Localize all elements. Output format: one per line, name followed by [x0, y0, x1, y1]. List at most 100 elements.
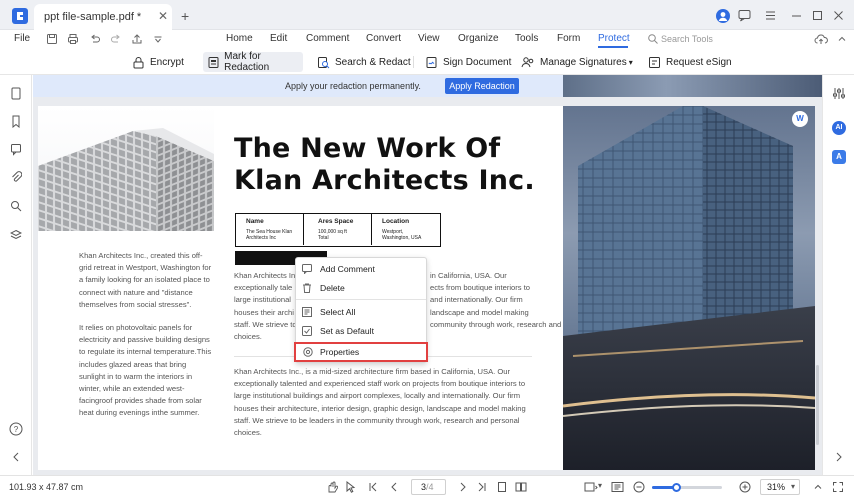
table-header: Name: [246, 218, 264, 225]
undo-icon[interactable]: [89, 33, 101, 45]
print-icon[interactable]: [67, 33, 79, 45]
new-tab-icon[interactable]: +: [181, 8, 189, 24]
maximize-icon[interactable]: [811, 9, 824, 22]
redaction-notice-text: Apply your redaction permanently.: [285, 81, 421, 91]
sign-document-button[interactable]: Sign Document: [425, 52, 511, 72]
users-icon: [521, 56, 534, 67]
zoom-level-select[interactable]: 31% ▾: [760, 479, 800, 495]
menu-form[interactable]: Form: [557, 33, 580, 44]
properties-icon: [303, 347, 313, 357]
ctx-add-comment[interactable]: Add Comment: [296, 260, 426, 278]
comment-icon[interactable]: [10, 143, 22, 156]
ctx-set-as-default[interactable]: Set as Default: [296, 322, 426, 340]
menu-file[interactable]: File: [14, 33, 30, 44]
text-line: Khan Architects Inc: [234, 271, 298, 280]
table-divider: [303, 214, 304, 245]
ctx-delete[interactable]: Delete: [296, 279, 426, 297]
menu-protect[interactable]: Protect: [598, 33, 630, 44]
menu-tools[interactable]: Tools: [515, 33, 538, 44]
fit-page-icon[interactable]: [611, 481, 625, 493]
bookmark-icon[interactable]: [10, 115, 22, 128]
two-page-view-icon[interactable]: [515, 481, 527, 493]
collapse-right-icon[interactable]: [834, 451, 844, 463]
previous-page-icon[interactable]: [388, 481, 400, 493]
single-page-view-icon[interactable]: [496, 481, 508, 493]
properties-sliders-icon[interactable]: [832, 87, 846, 100]
text-line: to regulate its internal temperature.Thi…: [79, 347, 212, 357]
fit-dropdown-icon[interactable]: ▾: [598, 481, 602, 490]
search-tools-field[interactable]: Search Tools: [661, 34, 713, 44]
page-top-photo-strip: [563, 75, 822, 97]
menu-convert[interactable]: Convert: [366, 33, 401, 44]
pages-icon[interactable]: [10, 87, 22, 100]
menu-organize[interactable]: Organize: [458, 33, 499, 44]
menu-icon[interactable]: [764, 9, 777, 22]
manage-signatures-label: Manage Signatures: [540, 56, 627, 68]
app-logo-icon[interactable]: [12, 8, 28, 24]
zoom-out-icon[interactable]: [633, 481, 645, 493]
translate-icon[interactable]: A: [832, 150, 846, 164]
first-page-icon[interactable]: [367, 481, 379, 493]
menu-view[interactable]: View: [418, 33, 440, 44]
zoom-level-value: 31%: [767, 482, 786, 492]
page-dimensions: 101.93 x 47.87 cm: [9, 482, 84, 492]
ai-assistant-icon[interactable]: AI: [832, 121, 846, 135]
ctx-select-all[interactable]: Select All: [296, 303, 426, 321]
search-panel-icon[interactable]: [10, 200, 22, 213]
collapse-ribbon-icon[interactable]: [836, 33, 848, 45]
hand-tool-icon[interactable]: [326, 481, 338, 493]
attachment-icon[interactable]: [10, 171, 22, 184]
heading-line-1: The New Work Of: [234, 133, 501, 164]
ctx-properties[interactable]: Properties: [294, 342, 428, 362]
document-tab-title: ppt file-sample.pdf *: [44, 11, 142, 23]
redo-icon[interactable]: [110, 33, 122, 45]
feedback-icon[interactable]: [738, 9, 751, 22]
request-esign-button[interactable]: Request eSign: [648, 52, 732, 72]
ctx-properties-label: Properties: [320, 347, 360, 357]
next-page-icon[interactable]: [457, 481, 469, 493]
left-sidebar: ?: [0, 75, 32, 475]
apply-redaction-button[interactable]: Apply Redaction: [445, 78, 519, 94]
text-line: and internationally. Our firm: [430, 295, 523, 305]
collapse-left-icon[interactable]: [11, 451, 21, 463]
select-all-icon: [302, 307, 312, 317]
account-avatar-icon[interactable]: [716, 9, 730, 23]
encrypt-button[interactable]: Encrypt: [132, 52, 184, 72]
minimize-icon[interactable]: [790, 9, 803, 22]
close-window-icon[interactable]: [832, 9, 845, 22]
search-redact-button[interactable]: Search & Redact: [317, 52, 411, 72]
ctx-add-comment-label: Add Comment: [320, 264, 375, 274]
layers-icon[interactable]: [10, 229, 22, 242]
toolbar-divider: [413, 56, 414, 68]
close-tab-icon[interactable]: ✕: [158, 9, 168, 23]
page-number-input[interactable]: 3/4: [411, 479, 446, 495]
zoom-slider-handle[interactable]: [672, 482, 681, 492]
document-tab[interactable]: ppt file-sample.pdf * ✕: [34, 4, 172, 30]
fullscreen-icon[interactable]: [832, 481, 844, 493]
menu-home[interactable]: Home: [226, 33, 253, 44]
last-page-icon[interactable]: [476, 481, 488, 493]
fullscreen-up-icon[interactable]: [812, 481, 824, 493]
vertical-scrollbar[interactable]: [816, 365, 819, 445]
manage-signatures-button[interactable]: Manage Signatures ▾: [521, 52, 633, 72]
text-line: community through work, research and per…: [430, 319, 593, 329]
word-conversion-badge-icon[interactable]: W: [792, 111, 808, 127]
table-header: Ares Space: [318, 218, 354, 225]
request-esign-icon: [649, 56, 660, 68]
select-tool-icon[interactable]: [345, 481, 357, 493]
help-icon[interactable]: ?: [9, 422, 23, 436]
zoom-in-icon[interactable]: [739, 481, 751, 493]
save-icon[interactable]: [46, 33, 58, 45]
text-line: exceptionally talented and experienced s…: [234, 379, 526, 389]
zoom-slider[interactable]: [652, 482, 722, 492]
share-icon[interactable]: [131, 33, 143, 45]
ctx-select-all-label: Select All: [320, 307, 356, 317]
cloud-upload-icon[interactable]: [814, 33, 828, 45]
chevron-down-icon[interactable]: [152, 33, 164, 45]
menu-edit[interactable]: Edit: [270, 33, 287, 44]
info-table: Name Ares Space Location The Sea House K…: [235, 213, 441, 247]
mark-for-redaction-button[interactable]: Mark for Redaction: [203, 51, 303, 73]
search-icon[interactable]: [647, 33, 659, 45]
menu-comment[interactable]: Comment: [306, 33, 349, 44]
fit-width-icon[interactable]: [584, 481, 598, 493]
